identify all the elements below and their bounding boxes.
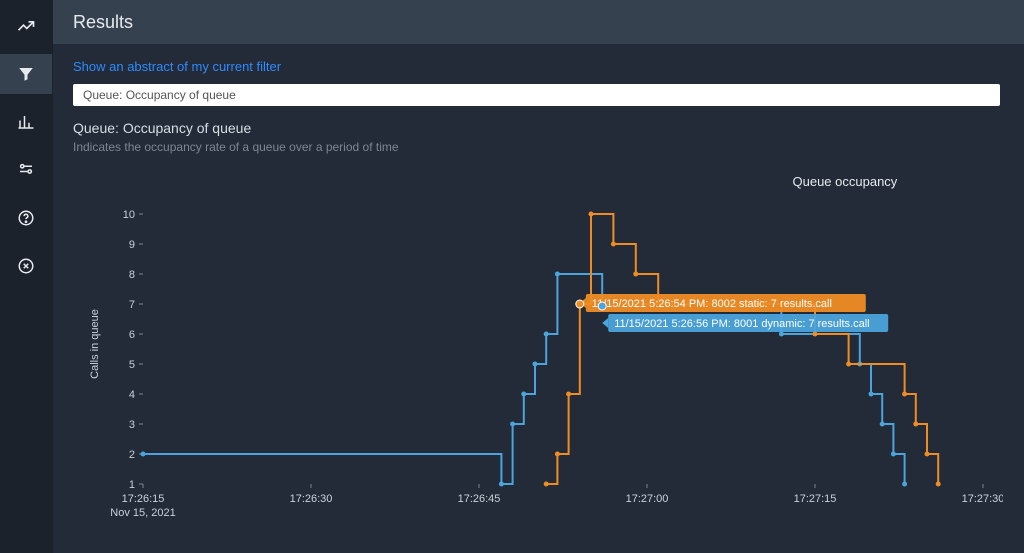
series-point bbox=[846, 362, 851, 367]
sidebar bbox=[0, 0, 53, 553]
x-tick-label: 17:26:30 bbox=[290, 493, 333, 505]
filter-icon bbox=[17, 65, 35, 83]
series-point bbox=[891, 452, 896, 457]
series-point bbox=[141, 452, 146, 457]
chart-area: Queue occupancy 1 2 3 4 5 6 7 8 9 10 Calls in queue… bbox=[73, 164, 1004, 534]
y-tick-label: 5 bbox=[129, 359, 135, 371]
chart-select-input[interactable] bbox=[73, 84, 1000, 106]
series-point bbox=[499, 482, 504, 487]
x-tick-label: 17:26:15 bbox=[122, 493, 165, 505]
panel-subtitle: Indicates the occupancy rate of a queue … bbox=[73, 140, 1004, 154]
series-point bbox=[925, 452, 930, 457]
x-tick-label: 17:27:15 bbox=[794, 493, 837, 505]
close-circle-icon bbox=[17, 257, 35, 275]
series-point bbox=[544, 332, 549, 337]
series-point bbox=[544, 482, 549, 487]
x-tick-label: 17:27:30 bbox=[962, 493, 1003, 505]
y-tick-label: 10 bbox=[123, 209, 135, 221]
tooltip-anchor-point bbox=[576, 300, 584, 308]
series-point bbox=[611, 242, 616, 247]
series-line bbox=[546, 214, 938, 484]
sidebar-item-filter[interactable] bbox=[0, 54, 52, 94]
y-tick-label: 1 bbox=[129, 479, 135, 491]
series-point bbox=[633, 272, 638, 277]
series-point bbox=[880, 422, 885, 427]
bar-chart-icon bbox=[17, 113, 35, 131]
y-tick-label: 9 bbox=[129, 239, 135, 251]
series-point bbox=[913, 422, 918, 427]
x-tick-label: 17:27:00 bbox=[626, 493, 669, 505]
series-point bbox=[902, 392, 907, 397]
y-tick-label: 7 bbox=[129, 299, 135, 311]
y-tick-label: 6 bbox=[129, 329, 135, 341]
tooltip-text: 11/15/2021 5:26:54 PM: 8002 static: 7 re… bbox=[592, 298, 832, 310]
sidebar-item-chart[interactable] bbox=[0, 102, 52, 142]
queue-occupancy-chart: Queue occupancy 1 2 3 4 5 6 7 8 9 10 Calls in queue… bbox=[73, 164, 1003, 534]
series-point bbox=[555, 452, 560, 457]
y-tick-label: 4 bbox=[129, 389, 135, 401]
series-point bbox=[902, 482, 907, 487]
line-chart-icon bbox=[16, 16, 36, 36]
series-point bbox=[510, 422, 515, 427]
series-point bbox=[521, 392, 526, 397]
sidebar-item-trend[interactable] bbox=[0, 6, 52, 46]
series-point bbox=[566, 392, 571, 397]
y-tick-label: 8 bbox=[129, 269, 135, 281]
tooltip-pointer bbox=[602, 318, 608, 328]
x-tick-label: 17:26:45 bbox=[458, 493, 501, 505]
show-abstract-link[interactable]: Show an abstract of my current filter bbox=[73, 59, 281, 74]
page-title: Results bbox=[73, 12, 133, 33]
series-point bbox=[589, 212, 594, 217]
series-point bbox=[813, 332, 818, 337]
y-axis-title: Calls in queue bbox=[89, 309, 101, 379]
series-point bbox=[936, 482, 941, 487]
sidebar-item-close[interactable] bbox=[0, 246, 52, 286]
help-icon bbox=[17, 209, 35, 227]
sidebar-item-settings[interactable] bbox=[0, 150, 52, 190]
x-date-label: Nov 15, 2021 bbox=[110, 507, 175, 519]
series-point bbox=[869, 392, 874, 397]
page-header: Results bbox=[53, 0, 1024, 44]
panel-title: Queue: Occupancy of queue bbox=[73, 120, 1004, 136]
y-tick-label: 2 bbox=[129, 449, 135, 461]
tooltip-text: 11/15/2021 5:26:56 PM: 8001 dynamic: 7 r… bbox=[614, 318, 869, 330]
series-point bbox=[555, 272, 560, 277]
chart-title: Queue occupancy bbox=[793, 174, 898, 189]
settings-icon bbox=[17, 161, 35, 179]
y-tick-label: 3 bbox=[129, 419, 135, 431]
series-point bbox=[533, 362, 538, 367]
series-point bbox=[779, 332, 784, 337]
sidebar-item-help[interactable] bbox=[0, 198, 52, 238]
tooltip-anchor-point bbox=[598, 302, 606, 310]
